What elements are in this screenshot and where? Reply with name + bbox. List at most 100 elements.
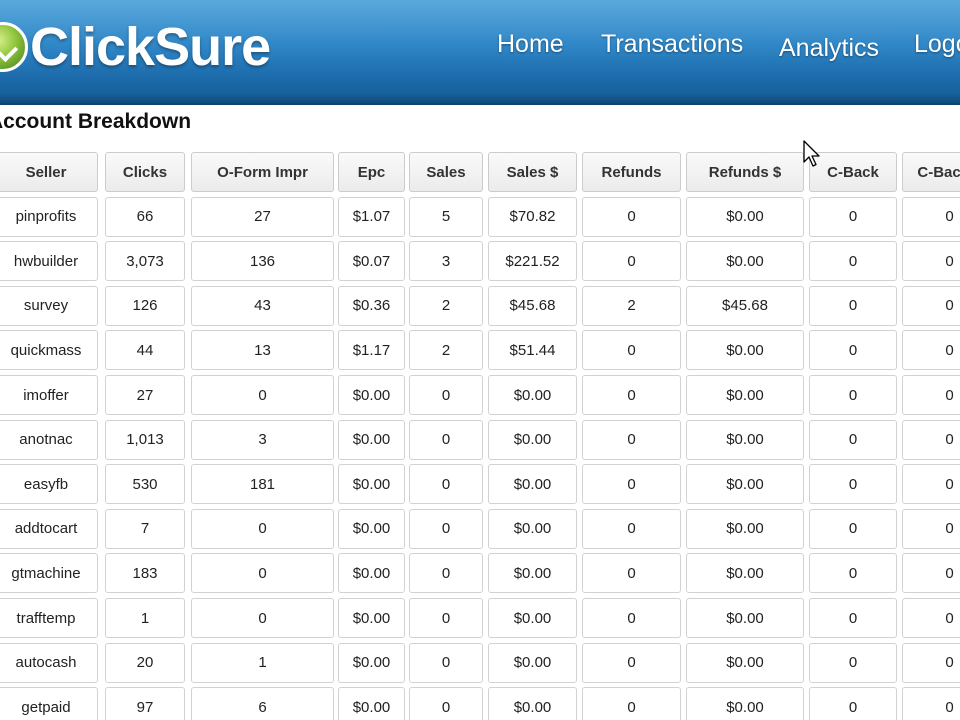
cell-sales-dollars: $0.00 [488, 642, 577, 683]
logo-text: ClickSure [30, 17, 271, 77]
table-row: imoffer 27 0 $0.00 0 $0.00 0 $0.00 0 0 [0, 375, 960, 417]
cell-refunds: 0 [582, 464, 681, 505]
cell-oform-impr: 43 [191, 285, 334, 326]
cell-seller: quickmass [0, 330, 98, 371]
cell-clicks: 183 [105, 553, 185, 594]
table-row: autocash 20 1 $0.00 0 $0.00 0 $0.00 0 0 [0, 642, 960, 685]
cell-refunds: 0 [582, 508, 681, 549]
column-header-oform-impr[interactable]: O-Form Impr [191, 152, 334, 192]
column-header-sales-dollars[interactable]: Sales $ [488, 152, 577, 192]
cell-clicks: 1 [105, 598, 185, 638]
site-header: ClickSure Home Transactions Analytics Lo… [0, 0, 960, 105]
cell-refunds-dollars: $0.00 [686, 241, 804, 282]
cell-refunds: 0 [582, 375, 681, 415]
table-row: trafftemp 1 0 $0.00 0 $0.00 0 $0.00 0 0 [0, 598, 960, 640]
cell-epc: $0.00 [338, 419, 405, 460]
cell-epc: $0.00 [338, 553, 405, 594]
table-row: easyfb 530 181 $0.00 0 $0.00 0 $0.00 0 0 [0, 464, 960, 506]
cell-refunds-dollars: $45.68 [686, 285, 804, 326]
cell-refunds-dollars: $0.00 [686, 508, 804, 549]
clicksure-logo[interactable]: ClickSure [0, 12, 271, 82]
cell-clicks: 27 [105, 375, 185, 415]
cell-refunds: 0 [582, 642, 681, 683]
cell-oform-impr: 0 [191, 508, 334, 549]
cell-epc: $0.00 [338, 687, 405, 720]
cell-oform-impr: 0 [191, 598, 334, 638]
cell-refunds: 0 [582, 196, 681, 237]
cell-epc: $0.07 [338, 241, 405, 282]
cell-oform-impr: 1 [191, 642, 334, 683]
cell-sales-dollars: $70.82 [488, 196, 577, 237]
cell-clicks: 126 [105, 285, 185, 326]
cell-sales: 0 [409, 508, 483, 549]
page-title: Account Breakdown [0, 110, 192, 133]
cell-seller: easyfb [0, 464, 98, 505]
table-row: gtmachine 183 0 $0.00 0 $0.00 0 $0.00 0 0 [0, 553, 960, 595]
column-header-refunds[interactable]: Refunds [582, 152, 681, 192]
table-row: survey 126 43 $0.36 2 $45.68 2 $45.68 0 0 [0, 285, 960, 328]
cell-sales: 0 [409, 642, 483, 683]
column-header-seller[interactable]: Seller [0, 152, 98, 192]
cell-oform-impr: 27 [191, 196, 334, 237]
table-row: getpaid 97 6 $0.00 0 $0.00 0 $0.00 0 0 [0, 687, 960, 720]
cell-refunds-dollars: $0.00 [686, 642, 804, 683]
cell-seller: pinprofits [0, 196, 98, 237]
cell-cback: 0 [809, 241, 897, 282]
cell-seller: autocash [0, 642, 98, 683]
cell-sales: 0 [409, 375, 483, 415]
mouse-cursor-icon [803, 140, 820, 167]
cell-cback: 0 [809, 330, 897, 371]
cell-clicks: 3,073 [105, 241, 185, 282]
cell-cback: 0 [809, 598, 897, 638]
column-header-epc[interactable]: Epc [338, 152, 405, 192]
cell-sales: 0 [409, 598, 483, 638]
cell-epc: $0.00 [338, 508, 405, 549]
cell-refunds-dollars: $0.00 [686, 598, 804, 638]
cell-refunds-dollars: $0.00 [686, 464, 804, 505]
cell-oform-impr: 0 [191, 375, 334, 415]
cell-epc: $1.07 [338, 196, 405, 237]
cell-oform-impr: 13 [191, 330, 334, 371]
cell-seller: survey [0, 285, 98, 326]
cell-cback-dollars: 0 [902, 642, 960, 683]
table-row: pinprofits 66 27 $1.07 5 $70.82 0 $0.00 0 0 [0, 196, 960, 239]
cell-refunds: 0 [582, 553, 681, 594]
cell-refunds-dollars: $0.00 [686, 553, 804, 594]
cell-refunds: 0 [582, 330, 681, 371]
cell-cback-dollars: 0 [902, 598, 960, 638]
nav-transactions[interactable]: Transactions [601, 30, 743, 59]
column-header-refunds-dollars[interactable]: Refunds $ [686, 152, 804, 192]
column-header-cback-dollars[interactable]: C-Back $ [902, 152, 960, 192]
cell-seller: getpaid [0, 687, 98, 720]
cell-oform-impr: 6 [191, 687, 334, 720]
cell-clicks: 44 [105, 330, 185, 371]
cell-refunds: 0 [582, 419, 681, 460]
nav-analytics[interactable]: Analytics [779, 34, 879, 63]
table-row: hwbuilder 3,073 136 $0.07 3 $221.52 0 $0.00 0 0 [0, 241, 960, 283]
cell-seller: imoffer [0, 375, 98, 415]
column-header-cback[interactable]: C-Back [809, 152, 897, 192]
cell-cback: 0 [809, 196, 897, 237]
cell-cback-dollars: 0 [902, 375, 960, 415]
cell-clicks: 7 [105, 508, 185, 549]
column-header-clicks[interactable]: Clicks [105, 152, 185, 192]
cell-seller: gtmachine [0, 553, 98, 594]
nav-logout[interactable]: Logout [914, 30, 960, 59]
cell-seller: trafftemp [0, 598, 98, 638]
cell-sales: 0 [409, 687, 483, 720]
table-row: quickmass 44 13 $1.17 2 $51.44 0 $0.00 0 0 [0, 330, 960, 372]
cell-oform-impr: 136 [191, 241, 334, 282]
cell-refunds-dollars: $0.00 [686, 330, 804, 371]
cell-cback-dollars: 0 [902, 196, 960, 237]
cell-cback-dollars: 0 [902, 285, 960, 326]
cell-sales-dollars: $0.00 [488, 687, 577, 720]
cell-seller: addtocart [0, 508, 98, 549]
column-header-sales[interactable]: Sales [409, 152, 483, 192]
cell-seller: hwbuilder [0, 241, 98, 282]
cell-cback-dollars: 0 [902, 553, 960, 594]
cell-cback-dollars: 0 [902, 241, 960, 282]
cell-cback: 0 [809, 375, 897, 415]
cell-sales-dollars: $221.52 [488, 241, 577, 282]
nav-home[interactable]: Home [497, 30, 564, 59]
cell-epc: $0.36 [338, 285, 405, 326]
